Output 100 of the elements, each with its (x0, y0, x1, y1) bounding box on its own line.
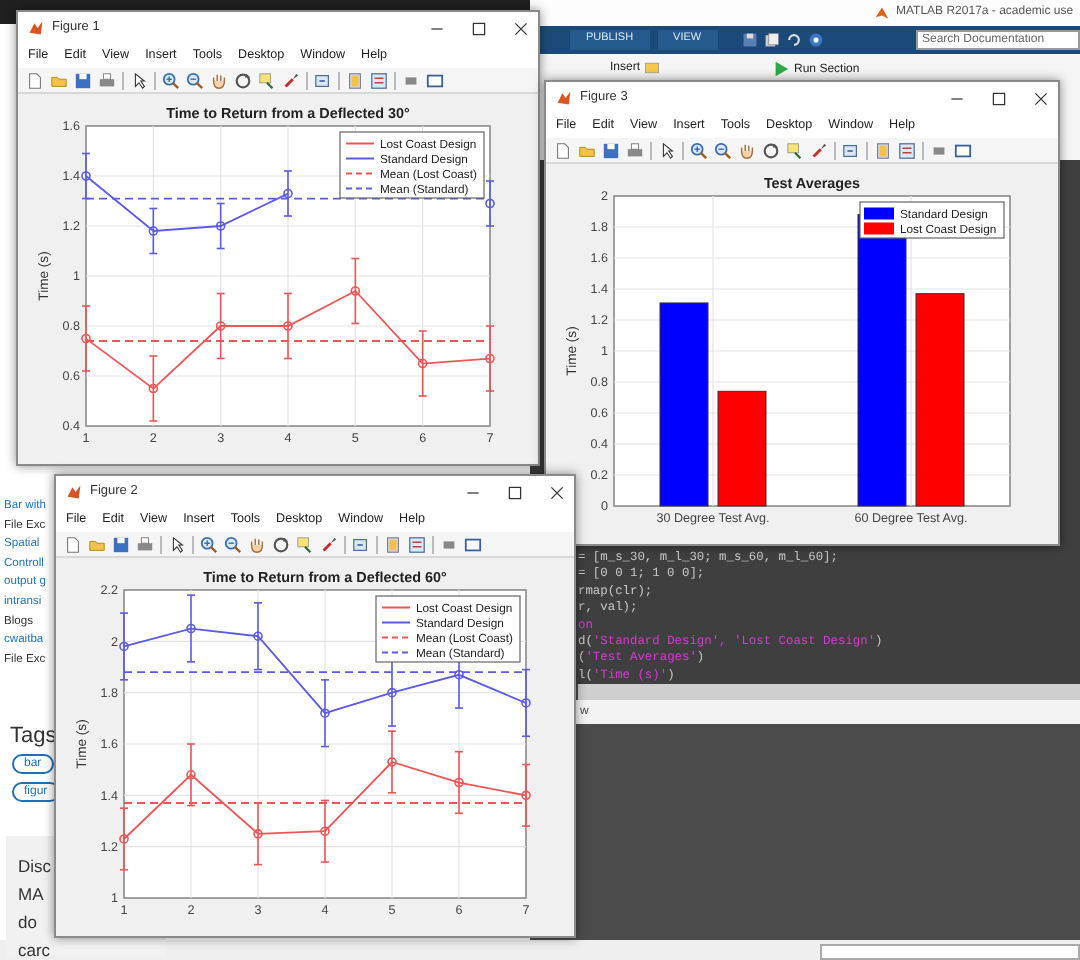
hand-icon[interactable] (738, 141, 756, 159)
print-icon[interactable] (98, 71, 116, 89)
discussion-text: MA (18, 882, 44, 908)
zoom-out-icon[interactable] (224, 535, 242, 553)
close-icon[interactable] (550, 485, 564, 499)
close-icon[interactable] (514, 21, 528, 35)
legend-icon[interactable] (370, 71, 388, 89)
colorbar-icon[interactable] (874, 141, 892, 159)
data-marker (283, 321, 293, 331)
error-bar (215, 292, 226, 360)
error-bar (81, 152, 91, 200)
error-bar (320, 679, 330, 748)
discussion-text: do (18, 910, 37, 936)
matlab-logo-icon (874, 5, 890, 21)
data-marker (485, 198, 495, 209)
error-bar (283, 292, 293, 360)
error-bar (148, 207, 159, 255)
data-marker (119, 641, 129, 652)
zoom-in-icon[interactable] (690, 141, 708, 159)
data-marker (454, 777, 464, 788)
discussion-text: carc (18, 938, 51, 960)
data-marker (485, 353, 495, 364)
dock-icon[interactable] (464, 535, 482, 553)
data-marker (148, 383, 159, 394)
legend-icon[interactable] (898, 141, 916, 159)
data-marker (81, 333, 91, 344)
scrollbar[interactable] (578, 684, 1080, 700)
maximize-icon[interactable] (472, 21, 486, 35)
rotate-icon[interactable] (272, 535, 290, 553)
data-marker (81, 171, 91, 181)
data-marker (521, 698, 531, 708)
maximize-icon[interactable] (992, 91, 1006, 105)
pointer-icon[interactable] (130, 71, 148, 89)
data-bar (717, 390, 767, 507)
data-cursor-icon[interactable] (786, 141, 804, 159)
zoom-in-icon[interactable] (162, 71, 180, 89)
error-bar (417, 330, 428, 397)
save-icon[interactable] (741, 32, 758, 48)
data-marker (320, 826, 330, 837)
brush-icon[interactable] (282, 71, 300, 89)
data-cursor-icon[interactable] (296, 535, 314, 553)
dock-icon[interactable] (426, 71, 444, 89)
data-marker (320, 708, 330, 718)
error-bar (485, 180, 495, 227)
data-marker (387, 757, 397, 767)
error-bar (454, 750, 464, 815)
pointer-icon[interactable] (658, 141, 676, 159)
error-bar (186, 743, 196, 807)
error-bar (350, 257, 361, 325)
data-marker (215, 321, 226, 331)
zoom-out-icon[interactable] (714, 141, 732, 159)
figure-icon (556, 90, 572, 106)
figure-icon (66, 484, 82, 500)
save-icon[interactable] (74, 71, 92, 89)
data-marker (387, 687, 397, 698)
tags-heading: Tags (10, 722, 57, 752)
error-bar (387, 658, 397, 727)
zoom-in-icon[interactable] (200, 535, 218, 553)
error-bar (521, 668, 531, 738)
data-marker (119, 834, 129, 844)
save-icon[interactable] (602, 141, 620, 159)
error-bar (81, 305, 91, 372)
hand-icon[interactable] (248, 535, 266, 553)
rotate-icon[interactable] (234, 71, 252, 89)
dock-icon[interactable] (954, 141, 972, 159)
pointer-icon[interactable] (168, 535, 186, 553)
brush-icon[interactable] (810, 141, 828, 159)
data-marker (148, 226, 159, 236)
error-bar (253, 802, 263, 866)
discussion-text: Disc (18, 854, 52, 880)
error-bar (119, 612, 129, 681)
print-icon[interactable] (136, 535, 154, 553)
save-icon[interactable] (112, 535, 130, 553)
data-marker (215, 221, 226, 231)
legend-icon[interactable] (408, 535, 426, 553)
zoom-out-icon[interactable] (186, 71, 204, 89)
error-bar (186, 594, 196, 663)
brush-icon[interactable] (320, 535, 338, 553)
rotate-icon[interactable] (762, 141, 780, 159)
data-marker (454, 669, 464, 680)
close-icon[interactable] (1034, 91, 1048, 105)
hand-icon[interactable] (210, 71, 228, 89)
data-marker (521, 790, 531, 801)
help-icon[interactable] (807, 32, 824, 48)
colorbar-icon[interactable] (346, 71, 364, 89)
print-icon[interactable] (626, 141, 644, 159)
error-bar (119, 807, 129, 871)
data-cursor-icon[interactable] (258, 71, 276, 89)
maximize-icon[interactable] (508, 485, 522, 499)
error-bar (387, 730, 397, 794)
undo-icon[interactable] (785, 32, 802, 48)
data-marker (253, 829, 263, 839)
error-bar (253, 602, 263, 671)
figure-icon (28, 20, 44, 36)
error-bar (521, 763, 531, 827)
error-bar (320, 799, 330, 863)
data-marker (186, 623, 196, 634)
error-bar (215, 202, 226, 250)
copy-icon[interactable] (763, 32, 780, 48)
colorbar-icon[interactable] (384, 535, 402, 553)
